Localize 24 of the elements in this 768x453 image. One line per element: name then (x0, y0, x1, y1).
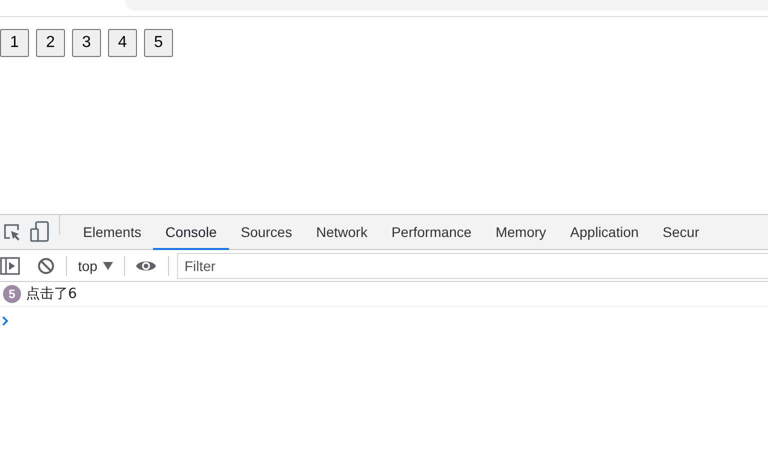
device-icon[interactable] (30, 221, 50, 243)
filter-field[interactable]: Filter (177, 252, 768, 278)
devtools-tab[interactable]: Console (153, 215, 229, 250)
devtools-tab[interactable]: Elements (71, 215, 154, 250)
number-button[interactable]: 2 (36, 29, 65, 57)
context-selector[interactable]: top (78, 258, 98, 274)
log-message: 点击了6 (26, 285, 77, 303)
number-button[interactable]: 1 (0, 29, 29, 57)
dropdown-icon[interactable] (103, 262, 114, 270)
sidebar-toggle-icon[interactable] (0, 256, 20, 274)
devtools-tab[interactable]: Network (304, 215, 380, 250)
repeat-count-badge: 5 (3, 285, 21, 303)
inspect-icon[interactable] (2, 222, 22, 242)
devtools-tab[interactable]: Performance (379, 215, 484, 250)
prompt-chevron-icon[interactable] (2, 316, 9, 326)
number-button[interactable]: 4 (108, 29, 137, 57)
devtools-tab[interactable]: Application (558, 215, 651, 250)
number-button[interactable]: 5 (144, 29, 173, 57)
number-button[interactable]: 3 (72, 29, 101, 57)
devtools-tab[interactable]: Secur (650, 215, 700, 250)
clear-icon[interactable] (37, 256, 55, 274)
eye-icon[interactable] (136, 258, 156, 272)
devtools-tab[interactable]: Sources (228, 215, 304, 250)
devtools-tab[interactable]: Memory (484, 215, 558, 250)
